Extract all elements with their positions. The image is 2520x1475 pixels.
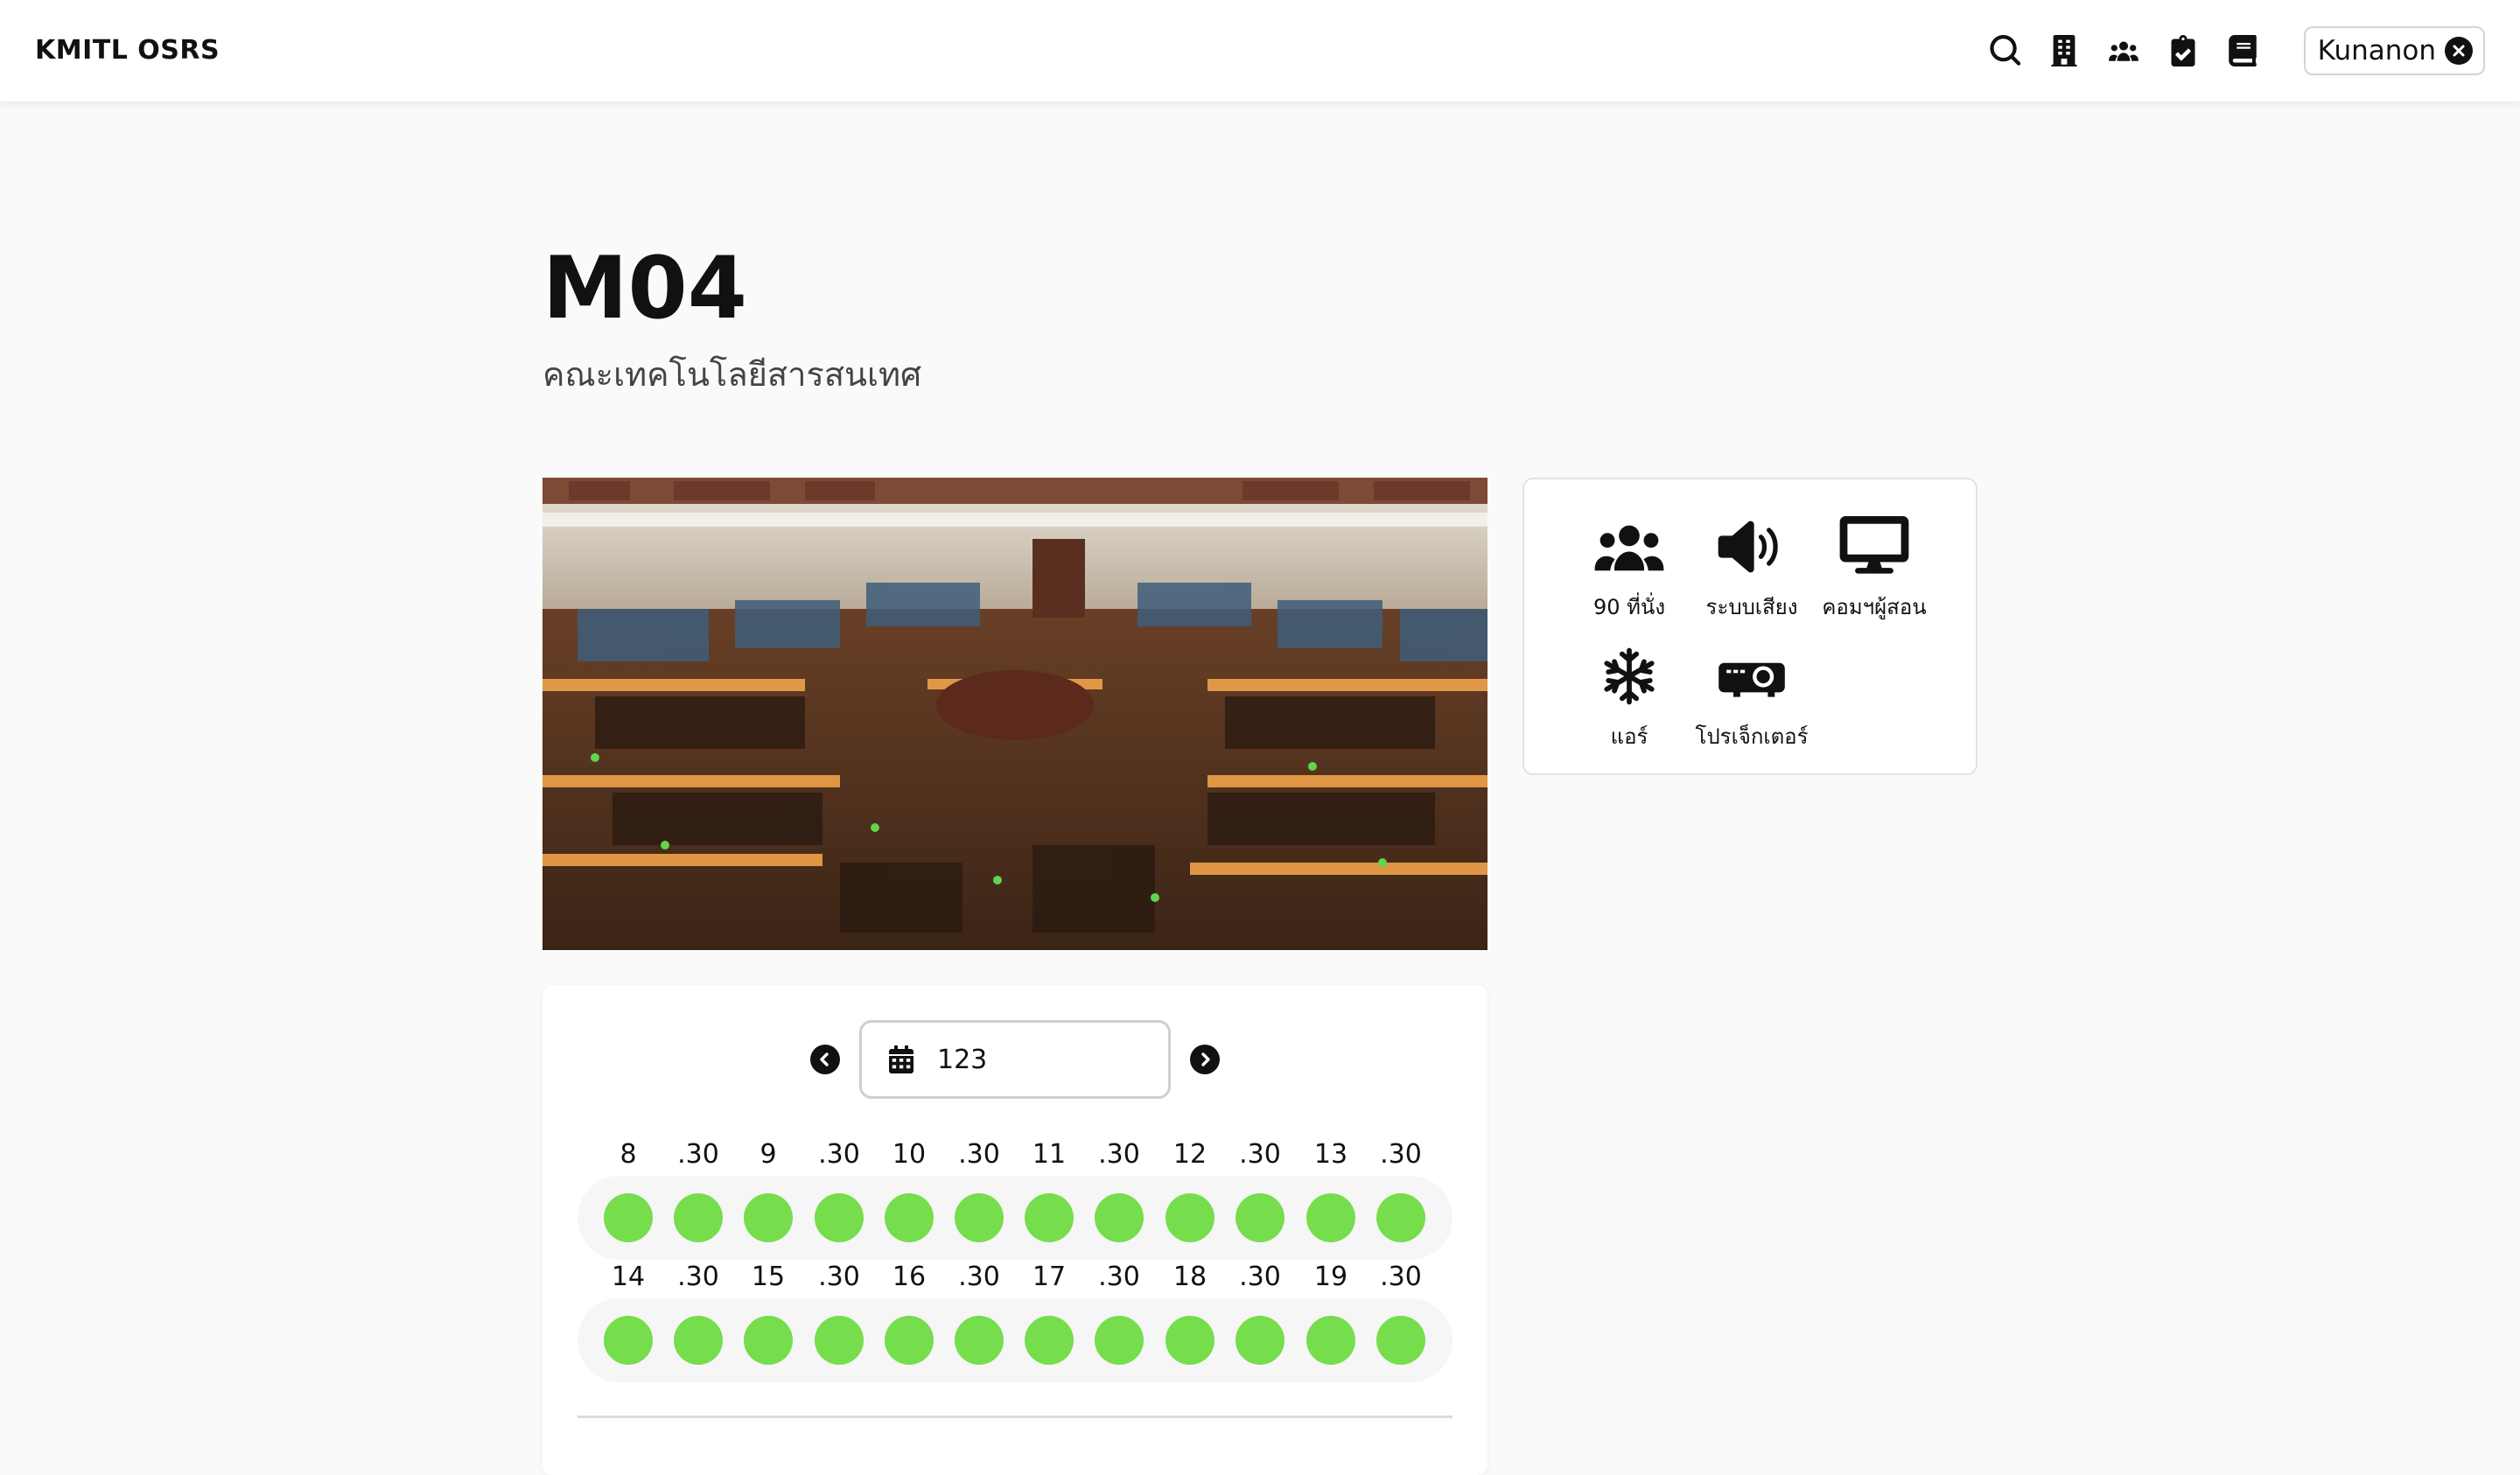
time-slot-1-5[interactable] <box>955 1316 1004 1365</box>
time-slot-1-8[interactable] <box>1166 1316 1214 1365</box>
book-icon[interactable] <box>2225 33 2260 68</box>
time-slot-0-10[interactable] <box>1306 1193 1355 1242</box>
time-label: .30 <box>958 1139 1000 1170</box>
time-slots-morning <box>578 1176 1452 1260</box>
time-label: 8 <box>620 1139 637 1170</box>
time-label: .30 <box>818 1262 860 1292</box>
time-label: .30 <box>677 1139 719 1170</box>
amenity-label: 90 ที่นั่ง <box>1592 595 1666 619</box>
time-label: 19 <box>1313 1262 1348 1292</box>
time-label: .30 <box>1239 1262 1281 1292</box>
time-label: 9 <box>760 1139 777 1170</box>
users-icon[interactable] <box>2106 33 2141 68</box>
time-label: 16 <box>892 1262 927 1292</box>
time-slot-1-4[interactable] <box>885 1316 934 1365</box>
date-picker-row: 123 <box>542 1020 1488 1099</box>
calendar-icon <box>889 1045 914 1073</box>
time-slot-0-2[interactable] <box>744 1193 793 1242</box>
time-label: 15 <box>751 1262 786 1292</box>
amenity-audio: ระบบเสียง <box>1690 516 1813 624</box>
time-label: 14 <box>611 1262 646 1292</box>
room-faculty: คณะเทคโนโลยีสารสนเทศ <box>542 355 922 394</box>
time-slot-0-3[interactable] <box>815 1193 864 1242</box>
time-slot-1-6[interactable] <box>1025 1316 1074 1365</box>
prev-date-button[interactable] <box>810 1045 840 1074</box>
time-slot-0-4[interactable] <box>885 1193 934 1242</box>
speaker-icon <box>1718 521 1778 573</box>
time-label: .30 <box>677 1262 719 1292</box>
booking-card: 123 8 .30 9 .30 10 .30 11 .30 12 .30 13 .30 14 .30 15… <box>542 985 1488 1475</box>
projector-icon <box>1718 662 1785 697</box>
amenity-label: คอมฯผู้สอน <box>1822 595 1927 619</box>
time-slot-0-7[interactable] <box>1095 1193 1144 1242</box>
time-slot-1-10[interactable] <box>1306 1316 1355 1365</box>
room-photo <box>542 478 1488 950</box>
time-label: 12 <box>1172 1139 1208 1170</box>
time-slot-0-5[interactable] <box>955 1193 1004 1242</box>
time-label: 10 <box>892 1139 927 1170</box>
time-label: .30 <box>818 1139 860 1170</box>
snowflake-icon <box>1604 647 1655 705</box>
time-slot-0-9[interactable] <box>1236 1193 1284 1242</box>
time-slot-0-0[interactable] <box>604 1193 653 1242</box>
time-slot-1-0[interactable] <box>604 1316 653 1365</box>
next-date-button[interactable] <box>1190 1045 1220 1074</box>
amenity-aircon: แอร์ <box>1568 646 1690 753</box>
time-label: .30 <box>1239 1139 1281 1170</box>
time-slot-1-11[interactable] <box>1376 1316 1425 1365</box>
time-label: .30 <box>958 1262 1000 1292</box>
time-label: .30 <box>1380 1139 1422 1170</box>
divider <box>578 1416 1452 1418</box>
amenity-label: ระบบเสียง <box>1705 595 1798 619</box>
top-navbar: KMITL OSRS Kunanon <box>0 0 2520 101</box>
amenity-instructor-pc: คอมฯผู้สอน <box>1813 516 1936 624</box>
time-label: 18 <box>1172 1262 1208 1292</box>
brand-logo[interactable]: KMITL OSRS <box>35 33 220 68</box>
time-slot-1-2[interactable] <box>744 1316 793 1365</box>
time-label: 13 <box>1313 1139 1348 1170</box>
time-label: .30 <box>1380 1262 1422 1292</box>
logout-icon[interactable] <box>2445 37 2473 65</box>
search-icon[interactable] <box>1987 33 2022 68</box>
time-slot-1-9[interactable] <box>1236 1316 1284 1365</box>
time-label: .30 <box>1098 1139 1140 1170</box>
time-slot-0-8[interactable] <box>1166 1193 1214 1242</box>
time-slot-0-11[interactable] <box>1376 1193 1425 1242</box>
chevron-left-icon <box>820 1052 829 1066</box>
amenity-label: แอร์ <box>1610 724 1648 749</box>
time-slot-1-1[interactable] <box>674 1316 723 1365</box>
time-slot-1-7[interactable] <box>1095 1316 1144 1365</box>
date-value: 123 <box>937 1044 988 1075</box>
time-slots-afternoon <box>578 1298 1452 1382</box>
time-labels-morning: 8 .30 9 .30 10 .30 11 .30 12 .30 13 .30 <box>578 1137 1452 1172</box>
chevron-right-icon <box>1201 1052 1210 1066</box>
time-label: .30 <box>1098 1262 1140 1292</box>
users-icon <box>1594 525 1664 571</box>
clipboard-check-icon[interactable] <box>2166 33 2201 68</box>
time-label: 11 <box>1032 1139 1067 1170</box>
amenity-seats: 90 ที่นั่ง <box>1568 516 1690 624</box>
amenity-projector: โปรเจ็กเตอร์ <box>1690 646 1813 753</box>
user-menu[interactable]: Kunanon <box>2303 26 2485 75</box>
time-label: 17 <box>1032 1262 1067 1292</box>
user-name: Kunanon <box>2317 35 2436 66</box>
time-slot-0-1[interactable] <box>674 1193 723 1242</box>
building-icon[interactable] <box>2047 33 2082 68</box>
amenities-card: 90 ที่นั่ง ระบบเสียง คอมฯผู้สอน แอร์ โปร… <box>1522 478 1978 775</box>
time-slot-1-3[interactable] <box>815 1316 864 1365</box>
date-input[interactable]: 123 <box>859 1020 1171 1099</box>
time-labels-afternoon: 14 .30 15 .30 16 .30 17 .30 18 .30 19 .30 <box>578 1260 1452 1295</box>
monitor-icon <box>1839 516 1909 574</box>
time-slot-0-6[interactable] <box>1025 1193 1074 1242</box>
nav-actions: Kunanon <box>1987 26 2485 75</box>
amenity-label: โปรเจ็กเตอร์ <box>1695 724 1809 749</box>
room-code: M04 <box>542 239 747 339</box>
